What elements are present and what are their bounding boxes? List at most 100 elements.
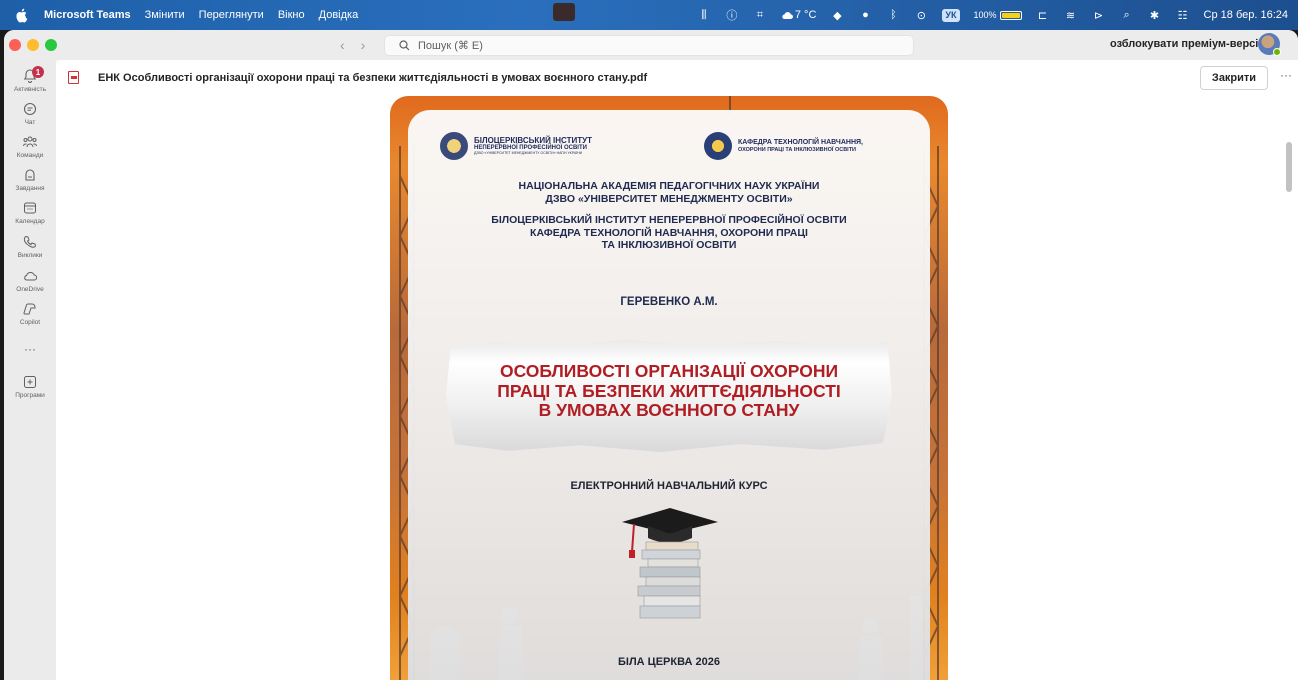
history-navigation: ‹ › — [340, 37, 365, 53]
menu-help[interactable]: Довідка — [319, 9, 359, 21]
menu-edit[interactable]: Змінити — [145, 9, 185, 21]
file-name: ЕНК Особливості організації охорони прац… — [98, 72, 648, 84]
weather-temperature: 7 °C — [794, 9, 817, 21]
battery-percent: 100% — [973, 10, 997, 20]
rail-item-chat[interactable]: Чат — [4, 101, 56, 126]
back-arrow-icon[interactable]: ‹ — [340, 37, 345, 53]
rail-label: Активність — [14, 86, 46, 93]
forward-arrow-icon[interactable]: › — [361, 37, 366, 53]
academy-heading: НАЦІОНАЛЬНА АКАДЕМІЯ ПЕДАГОГІЧНИХ НАУК У… — [390, 180, 948, 205]
rail-label: Виклики — [17, 252, 43, 259]
rail-item-calls[interactable]: Виклики — [4, 234, 56, 259]
battery-status[interactable]: 100% — [974, 10, 1022, 20]
chat-icon — [23, 102, 37, 116]
inst-line1: БІЛОЦЕРКІВСЬКИЙ ІНСТИТУТ НЕПЕРЕРВНОЇ ПРО… — [491, 214, 847, 226]
rail-item-copilot[interactable]: Copilot — [4, 301, 56, 326]
rail-label: Команди — [16, 152, 44, 159]
rail-item-calendar[interactable]: Календар — [4, 200, 56, 225]
teams-window: ‹ › Пошук (⌘ E) озблокувати преміум-верс… — [4, 30, 1298, 680]
close-window-button[interactable] — [9, 39, 21, 51]
more-options-button[interactable]: ··· — [1280, 68, 1292, 82]
title-line3: В УМОВАХ ВОЄННОГО СТАНУ — [538, 400, 800, 421]
rail-item-apps[interactable]: Програми — [4, 374, 56, 399]
notification-badge: 1 — [32, 66, 44, 78]
institute-heading: БІЛОЦЕРКІВСЬКИЙ ІНСТИТУТ НЕПЕРЕРВНОЇ ПРО… — [390, 214, 948, 252]
menu-window[interactable]: Вікно — [278, 9, 305, 21]
scrollbar-thumb[interactable] — [1286, 142, 1292, 192]
inst-line2: КАФЕДРА ТЕХНОЛОГІЙ НАВЧАННЯ, ОХОРОНИ ПРА… — [530, 226, 808, 239]
rail-item-teams[interactable]: Команди — [4, 134, 56, 159]
zoom-window-button[interactable] — [45, 39, 57, 51]
pdf-viewport[interactable]: БІЛОЦЕРКІВСЬКИЙ ІНСТИТУТ НЕПЕРЕРВНОЇ ПРО… — [56, 96, 1298, 680]
presence-status-icon — [1273, 48, 1281, 56]
rail-item-tasks[interactable]: Завдання — [4, 167, 56, 192]
search-input[interactable]: Пошук (⌘ E) — [384, 35, 914, 56]
file-header: ЕНК Особливості організації охорони прац… — [56, 60, 1298, 96]
control-center-icon[interactable]: ☷ — [1176, 8, 1190, 22]
audio-icon[interactable]: ⫼ — [697, 8, 711, 22]
org-line2: ДЗВО «УНІВЕРСИТЕТ МЕНЕДЖМЕНТУ ОСВІТИ» — [545, 192, 793, 205]
recording-indicator-icon — [553, 3, 575, 21]
institute-seal-icon — [440, 132, 468, 160]
inst-line3: ТА ІНКЛЮЗИВНОЇ ОСВІТИ — [601, 239, 737, 252]
calendar-icon — [24, 202, 36, 214]
rail-label: Програми — [15, 392, 45, 399]
keyboard-layout-badge[interactable]: УК — [942, 8, 960, 22]
search-placeholder: Пошук (⌘ E) — [418, 40, 483, 52]
rail-more-button[interactable]: ··· — [4, 342, 56, 356]
course-type: ЕЛЕКТРОННИЙ НАВЧАЛЬНИЙ КУРС — [570, 480, 768, 492]
wifi-icon[interactable]: ≋ — [1064, 8, 1078, 22]
institute-logo: БІЛОЦЕРКІВСЬКИЙ ІНСТИТУТ НЕПЕРЕРВНОЇ ПРО… — [440, 132, 592, 160]
cloud-icon — [24, 271, 38, 281]
app-tray-icon[interactable]: ◆ — [830, 8, 844, 22]
logo-right-line2: ОХОРОНИ ПРАЦІ ТА ІНКЛЮЗИВНОЇ ОСВІТИ — [738, 146, 857, 153]
file-viewer: ЕНК Особливості організації охорони прац… — [56, 60, 1298, 680]
author-name: ГЕРЕВЕНКО А.М. — [620, 296, 718, 308]
rail-item-activity[interactable]: 1 Активність — [4, 66, 56, 93]
teams-icon — [23, 136, 37, 148]
screen-icon[interactable]: ⌗ — [753, 8, 767, 22]
menu-app-name[interactable]: Microsoft Teams — [44, 9, 131, 21]
pdf-page-cover: БІЛОЦЕРКІВСЬКИЙ ІНСТИТУТ НЕПЕРЕРВНОЇ ПРО… — [390, 96, 948, 680]
menu-view[interactable]: Переглянути — [199, 9, 264, 21]
messenger-tray-icon[interactable]: ● — [858, 8, 872, 22]
vertical-scrollbar[interactable] — [1286, 142, 1292, 680]
graduation-cap-books-illustration — [622, 508, 718, 619]
app-rail: 1 Активність Чат Команди Завдання Календ… — [4, 60, 56, 680]
phone-icon — [23, 235, 37, 248]
apple-logo-icon[interactable] — [14, 7, 30, 23]
logo-left-line1: БІЛОЦЕРКІВСЬКИЙ ІНСТИТУТ — [474, 135, 592, 145]
play-icon[interactable]: ⊳ — [1092, 8, 1106, 22]
rail-label: Copilot — [19, 319, 41, 326]
pdf-file-icon — [68, 71, 79, 84]
minimize-window-button[interactable] — [27, 39, 39, 51]
sync-icon[interactable]: ⊙ — [914, 8, 928, 22]
rail-item-onedrive[interactable]: OneDrive — [4, 268, 56, 293]
window-controls — [9, 39, 57, 51]
department-seal-icon — [704, 132, 732, 160]
spotlight-search-icon[interactable]: ⌕ — [1120, 8, 1134, 22]
tasks-icon — [25, 169, 35, 181]
clock[interactable]: Ср 18 бер. 16:24 — [1204, 9, 1288, 21]
rail-label: Календар — [15, 218, 45, 225]
city-year: БІЛА ЦЕРКВА 2026 — [618, 656, 720, 668]
title-line1: ОСОБЛИВОСТІ ОРГАНІЗАЦІЇ ОХОРОНИ — [499, 361, 839, 381]
battery-icon — [999, 10, 1022, 20]
info-icon[interactable]: ⓘ — [725, 8, 739, 22]
logo-right-line1: КАФЕДРА ТЕХНОЛОГІЙ НАВЧАННЯ, — [738, 138, 863, 146]
rail-label: OneDrive — [16, 286, 44, 293]
more-icon: ··· — [24, 342, 36, 356]
rail-label: Чат — [24, 119, 36, 126]
apps-icon — [24, 376, 36, 388]
bluetooth-icon[interactable]: ᛒ — [886, 8, 900, 22]
close-file-button[interactable]: Закрити — [1200, 66, 1268, 90]
focus-icon[interactable]: ✱ — [1148, 8, 1162, 22]
copilot-icon — [23, 303, 36, 315]
cloud-weather-icon — [782, 11, 793, 19]
display-icon[interactable]: ⊏ — [1036, 8, 1050, 22]
search-icon — [399, 40, 410, 51]
weather-widget[interactable]: 7 °C — [781, 9, 817, 21]
macos-menu-bar: Microsoft Teams Змінити Переглянути Вікн… — [0, 0, 1298, 30]
unlock-premium-button[interactable]: озблокувати преміум-версію — [1110, 38, 1268, 50]
avatar[interactable] — [1258, 33, 1281, 56]
